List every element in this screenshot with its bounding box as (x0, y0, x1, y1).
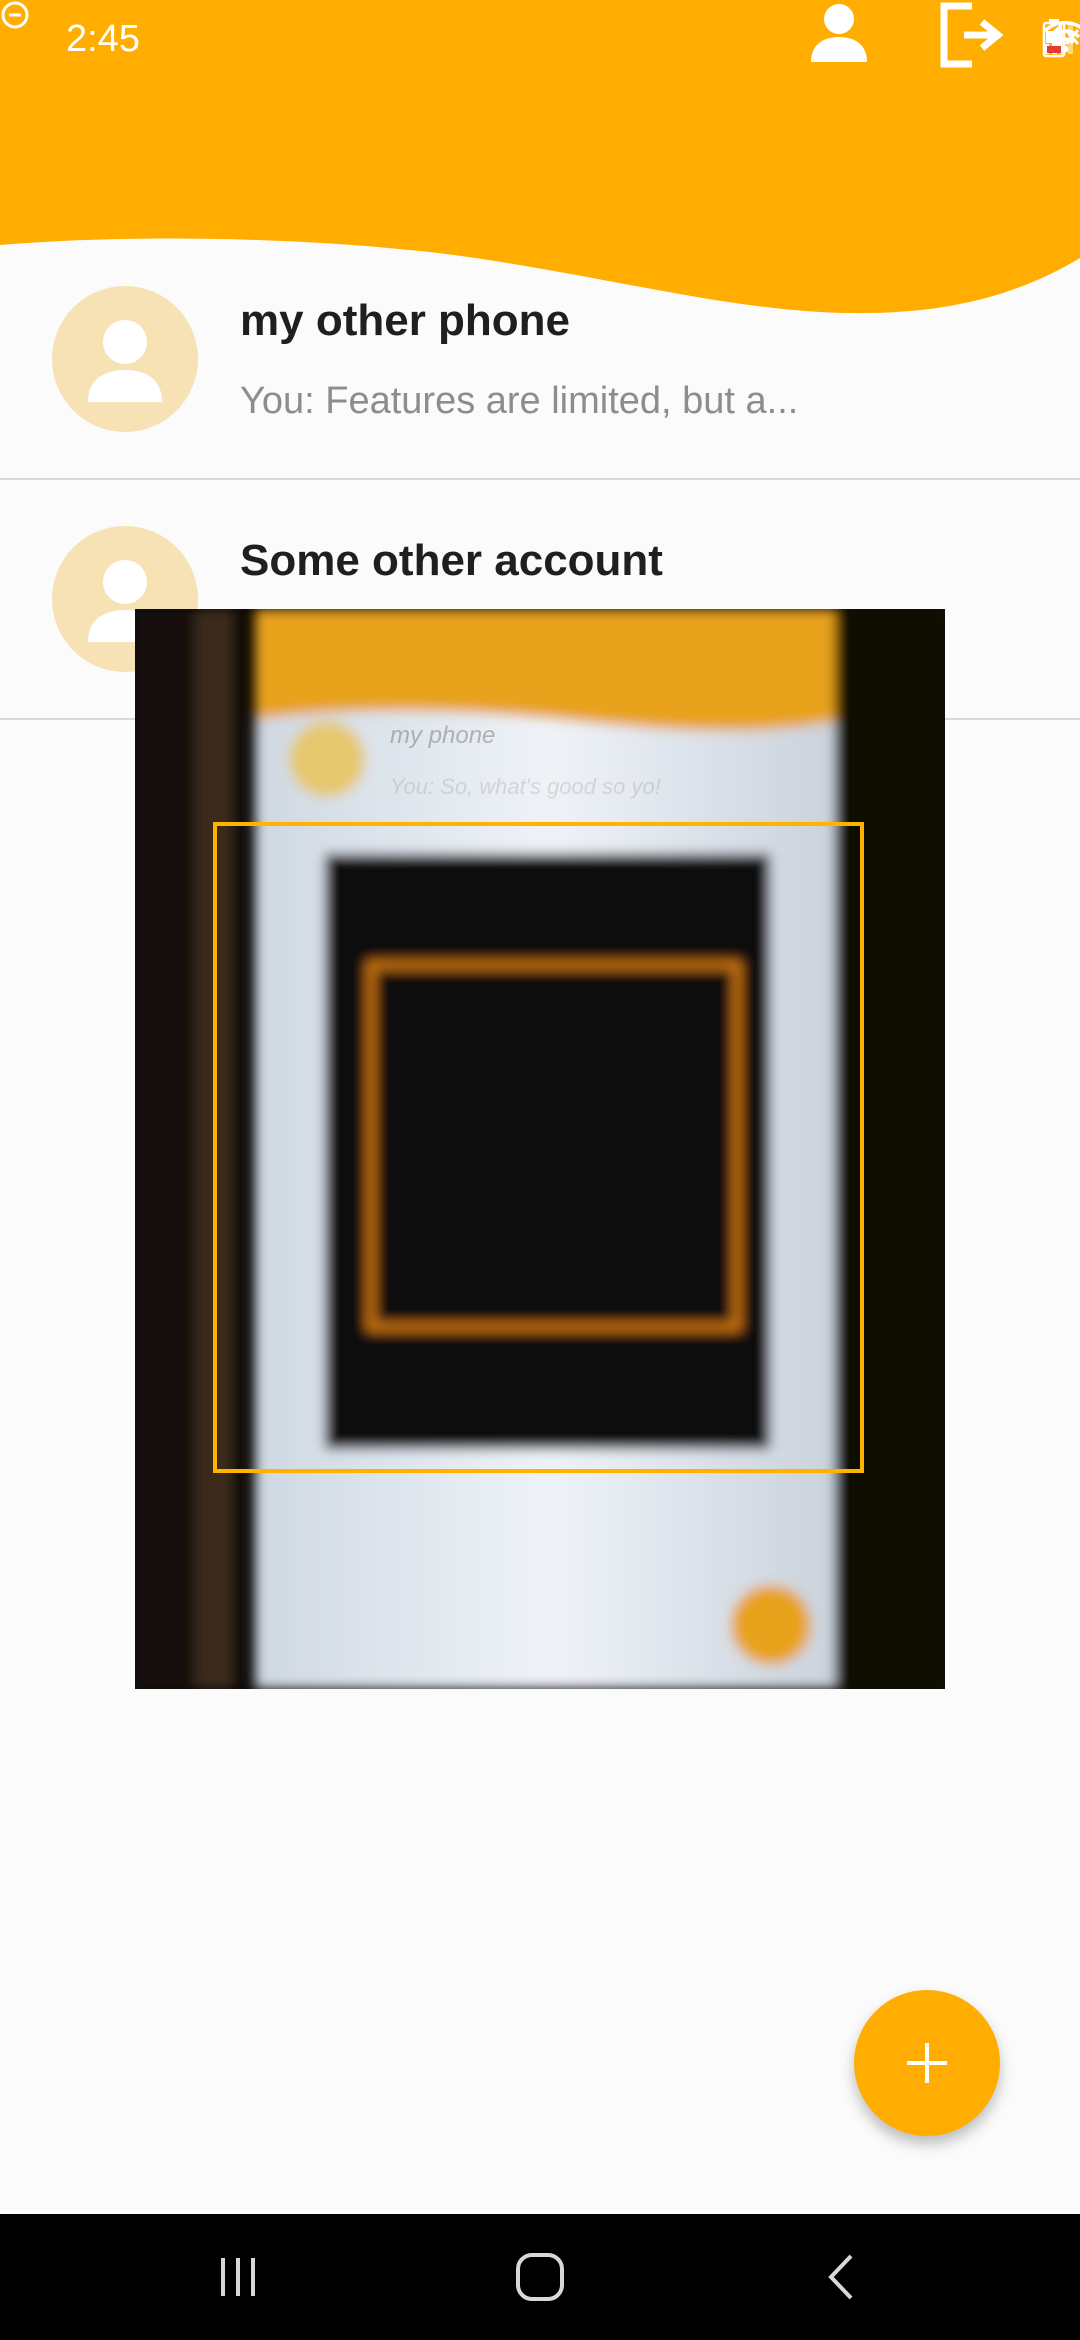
conversation-item[interactable]: my other phone You: Features are limited… (0, 240, 1080, 480)
logout-icon[interactable] (936, 0, 1006, 70)
conversation-title: Some other account (240, 536, 663, 585)
battery-low-icon (1042, 19, 1066, 58)
recent-apps-icon (221, 2258, 255, 2296)
home-button[interactable] (480, 2214, 600, 2340)
system-nav-bar (0, 2214, 1080, 2340)
home-icon (516, 2253, 564, 2301)
conversation-preview: You: Features are limited, but a... (240, 380, 799, 422)
qr-scanner-preview[interactable]: my phone You: So, what's good so yo! (135, 609, 945, 1689)
status-time: 2:45 (66, 18, 140, 60)
back-button[interactable] (782, 2214, 902, 2340)
do-not-disturb-icon (1, 1, 29, 29)
avatar (52, 286, 198, 432)
preview-subtitle-text: You: So, what's good so yo! (390, 774, 661, 799)
scan-frame (213, 822, 864, 1473)
back-icon (828, 2254, 853, 2300)
preview-title-text: my phone (390, 722, 496, 749)
add-conversation-button[interactable] (854, 1990, 1000, 2136)
plus-icon (907, 2043, 947, 2083)
conversation-title: my other phone (240, 296, 571, 345)
profile-icon[interactable] (806, 0, 872, 66)
recent-apps-button[interactable] (178, 2214, 298, 2340)
person-icon (88, 320, 162, 402)
